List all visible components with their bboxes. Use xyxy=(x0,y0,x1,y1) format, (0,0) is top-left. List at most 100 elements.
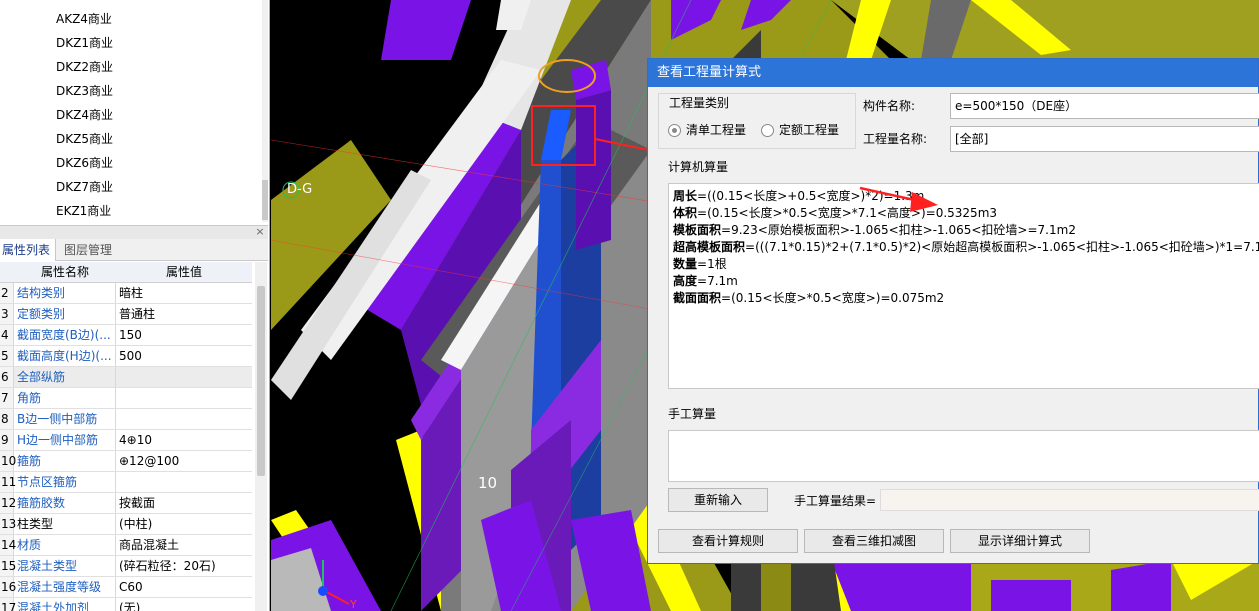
property-row-number: 16 xyxy=(0,577,16,597)
property-row[interactable]: 15 混凝土类型 (碎石粒径：20石) xyxy=(0,556,252,577)
calc-key: 超高模板面积 xyxy=(673,240,746,254)
tree-scrollbar-thumb[interactable] xyxy=(262,180,268,220)
tab-bar: 属性列表 图层管理 xyxy=(0,239,268,261)
property-row[interactable]: 4 截面宽度(B边)(... 150 xyxy=(0,325,252,346)
property-value[interactable]: 按截面 xyxy=(116,493,252,513)
dialog-title[interactable]: 查看工程量计算式 xyxy=(648,59,1258,87)
property-row[interactable]: 6 全部纵筋 xyxy=(0,367,252,388)
property-value[interactable]: 150 xyxy=(116,325,252,345)
property-value[interactable]: C60 xyxy=(116,577,252,597)
tab-property-list[interactable]: 属性列表 xyxy=(0,239,56,261)
tree-item[interactable]: AKZ4商业 xyxy=(56,9,112,29)
axis-label-g: D-G xyxy=(287,182,313,197)
tree-scrollbar[interactable] xyxy=(262,0,268,222)
property-row-number: 4 xyxy=(0,325,14,345)
view-3d-deduction-button[interactable]: 查看三维扣减图 xyxy=(804,529,944,553)
property-row[interactable]: 11 节点区箍筋 xyxy=(0,472,252,493)
property-name: 节点区箍筋 xyxy=(14,472,116,492)
calc-key: 数量 xyxy=(673,257,698,271)
property-row-number: 14 xyxy=(0,535,16,555)
axis-y-label: Y xyxy=(350,598,357,611)
calc-line-high-formwork-area: 超高模板面积=(((7.1*0.15)*2+(7.1*0.5)*2)<原始超高模… xyxy=(673,239,1259,256)
property-value[interactable] xyxy=(116,409,252,429)
property-value[interactable] xyxy=(116,367,252,387)
property-value[interactable]: 商品混凝土 xyxy=(116,535,252,555)
computer-calc-label: 计算机算量 xyxy=(668,160,729,174)
property-row[interactable]: 3 定额类别 普通柱 xyxy=(0,304,252,325)
property-row[interactable]: 5 截面高度(H边)(... 500 xyxy=(0,346,252,367)
calc-expr: =7.1m xyxy=(697,274,738,288)
property-row[interactable]: 14 材质 商品混凝土 xyxy=(0,535,252,556)
property-row[interactable]: 2 结构类别 暗柱 xyxy=(0,283,252,304)
manual-result-field[interactable] xyxy=(880,489,1259,511)
calc-line-volume: 体积=(0.15<长度>*0.5<宽度>*7.1<高度>)=0.5325m3 xyxy=(673,205,1255,222)
quantity-formula-dialog: 查看工程量计算式 工程量类别 清单工程量 定额工程量 构件名称: e=500*1… xyxy=(647,58,1259,564)
property-name: 全部纵筋 xyxy=(14,367,116,387)
property-row-number: 10 xyxy=(0,451,16,471)
property-scrollbar-thumb[interactable] xyxy=(257,286,265,476)
property-row[interactable]: 7 角筋 xyxy=(0,388,252,409)
property-row-number: 8 xyxy=(0,409,14,429)
tree-item[interactable]: DKZ2商业 xyxy=(56,57,113,77)
close-icon[interactable]: × xyxy=(254,226,266,238)
property-name: 结构类别 xyxy=(14,283,116,303)
left-panel: AKZ4商业 DKZ1商业 DKZ2商业 DKZ3商业 DKZ4商业 DKZ5商… xyxy=(0,0,270,611)
quantity-name-select[interactable]: [全部] xyxy=(950,126,1259,152)
radio-quota-quantity[interactable]: 定额工程量 xyxy=(761,122,839,138)
calc-expr: =1根 xyxy=(697,257,727,271)
property-row[interactable]: 17 混凝土外加剂 (无) xyxy=(0,598,252,611)
property-value[interactable]: (无) xyxy=(116,598,252,611)
reinput-button[interactable]: 重新输入 xyxy=(668,488,768,512)
property-value[interactable]: 暗柱 xyxy=(116,283,252,303)
header-property-value: 属性值 xyxy=(165,265,202,279)
property-row[interactable]: 8 B边一侧中部筋 xyxy=(0,409,252,430)
tree-item[interactable]: EKZ1商业 xyxy=(56,201,111,221)
property-row[interactable]: 16 混凝土强度等级 C60 xyxy=(0,577,252,598)
component-name-field[interactable]: e=500*150（DE座） xyxy=(950,93,1259,119)
property-row-number: 2 xyxy=(0,283,14,303)
property-row[interactable]: 13 柱类型 (中柱) xyxy=(0,514,252,535)
tree-item[interactable]: DKZ1商业 xyxy=(56,33,113,53)
tab-layer-management[interactable]: 图层管理 xyxy=(58,239,122,261)
property-row[interactable]: 12 箍筋胶数 按截面 xyxy=(0,493,252,514)
property-name: 箍筋胶数 xyxy=(14,493,116,513)
tree-item[interactable]: DKZ6商业 xyxy=(56,153,113,173)
property-value[interactable]: ⊕12@100 xyxy=(116,451,252,471)
manual-result-label: 手工算量结果= xyxy=(794,494,877,508)
computer-calc-box[interactable]: 周长=((0.15<长度>+0.5<宽度>)*2)=1.3m 体积=(0.15<… xyxy=(668,183,1259,389)
property-name: 混凝土强度等级 xyxy=(14,577,116,597)
calc-key: 高度 xyxy=(673,274,698,288)
property-value[interactable]: (碎石粒径：20石) xyxy=(116,556,252,576)
view-calc-rules-button[interactable]: 查看计算规则 xyxy=(658,529,798,553)
tree-item[interactable]: DKZ7商业 xyxy=(56,177,113,197)
tree-item[interactable]: DKZ5商业 xyxy=(56,129,113,149)
panel-divider xyxy=(0,225,268,239)
calc-expr: =(((7.1*0.15)*2+(7.1*0.5)*2)<原始超高模板面积>-1… xyxy=(745,240,1259,254)
property-value[interactable]: 500 xyxy=(116,346,252,366)
property-row-number: 13 xyxy=(0,514,16,534)
property-row-number: 3 xyxy=(0,304,14,324)
property-name: 定额类别 xyxy=(14,304,116,324)
property-value[interactable]: 普通柱 xyxy=(116,304,252,324)
calc-expr: =(0.15<长度>*0.5<宽度>)=0.075m2 xyxy=(721,291,945,305)
property-value[interactable] xyxy=(116,472,252,492)
manual-calc-input[interactable] xyxy=(668,430,1259,482)
manual-calc-label: 手工算量 xyxy=(668,407,717,421)
calc-line-formwork-area: 模板面积=9.23<原始模板面积>-1.065<扣柱>-1.065<扣砼墙>=7… xyxy=(673,222,1255,239)
property-row-number: 5 xyxy=(0,346,14,366)
tree-item[interactable]: DKZ4商业 xyxy=(56,105,113,125)
calc-expr: =9.23<原始模板面积>-1.065<扣柱>-1.065<扣砼墙>=7.1m2 xyxy=(721,223,1076,237)
property-name: 角筋 xyxy=(14,388,116,408)
tree-item[interactable]: DKZ3商业 xyxy=(56,81,113,101)
show-detail-formula-button[interactable]: 显示详细计算式 xyxy=(950,529,1090,553)
property-scrollbar[interactable] xyxy=(255,262,267,611)
radio-list-quantity[interactable]: 清单工程量 xyxy=(668,122,746,138)
property-name: 混凝土外加剂 xyxy=(14,598,116,611)
property-name: 截面宽度(B边)(... xyxy=(14,325,116,345)
property-row[interactable]: 10 箍筋 ⊕12@100 xyxy=(0,451,252,472)
property-name: 截面高度(H边)(... xyxy=(14,346,116,366)
property-value[interactable]: 4⊕10 xyxy=(116,430,252,450)
property-value[interactable]: (中柱) xyxy=(116,514,252,534)
property-value[interactable] xyxy=(116,388,252,408)
property-row[interactable]: 9 H边一侧中部筋 4⊕10 xyxy=(0,430,252,451)
